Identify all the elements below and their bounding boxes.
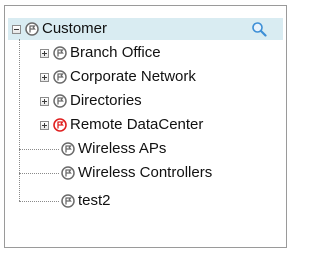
flag-icon (53, 46, 67, 60)
tree-node-directories[interactable]: Directories (40, 90, 142, 112)
expand-toggle-icon[interactable] (40, 48, 49, 58)
search-icon[interactable] (251, 21, 267, 37)
tree-node-wireless-controllers[interactable]: Wireless Controllers (61, 162, 212, 184)
tree-view: Customer Branch Office Corporate Network (5, 6, 286, 247)
expand-toggle-icon[interactable] (40, 96, 49, 106)
tree-connector-line (19, 201, 59, 202)
expand-toggle-icon[interactable] (40, 120, 49, 130)
tree-node-customer[interactable]: Customer (8, 18, 283, 40)
tree-node-label: Directories (70, 92, 142, 109)
flag-icon (53, 94, 67, 108)
tree-node-label: Remote DataCenter (70, 116, 204, 133)
tree-node-remote-datacenter[interactable]: Remote DataCenter (40, 114, 203, 136)
tree-node-test2[interactable]: test2 (61, 190, 111, 212)
flag-icon (53, 70, 67, 84)
flag-alert-icon (53, 118, 67, 132)
flag-icon (25, 22, 39, 36)
tree-node-label: Customer (42, 20, 108, 37)
tree-connector-line (19, 173, 59, 174)
tree-node-label: Branch Office (70, 44, 161, 61)
tree-connector-line (19, 39, 20, 201)
tree-node-label: test2 (78, 192, 111, 209)
collapse-toggle-icon[interactable] (12, 24, 21, 34)
tree-node-label: Corporate Network (70, 68, 196, 85)
flag-icon (61, 142, 75, 156)
flag-icon (61, 194, 75, 208)
tree-panel: Customer Branch Office Corporate Network (4, 5, 287, 248)
tree-node-branch-office[interactable]: Branch Office (40, 42, 161, 64)
tree-node-label: Wireless APs (78, 140, 167, 157)
tree-node-label: Wireless Controllers (78, 164, 213, 181)
tree-connector-line (19, 149, 59, 150)
tree-node-corporate-network[interactable]: Corporate Network (40, 66, 196, 88)
flag-icon (61, 166, 75, 180)
tree-node-wireless-aps[interactable]: Wireless APs (61, 138, 166, 160)
expand-toggle-icon[interactable] (40, 72, 49, 82)
